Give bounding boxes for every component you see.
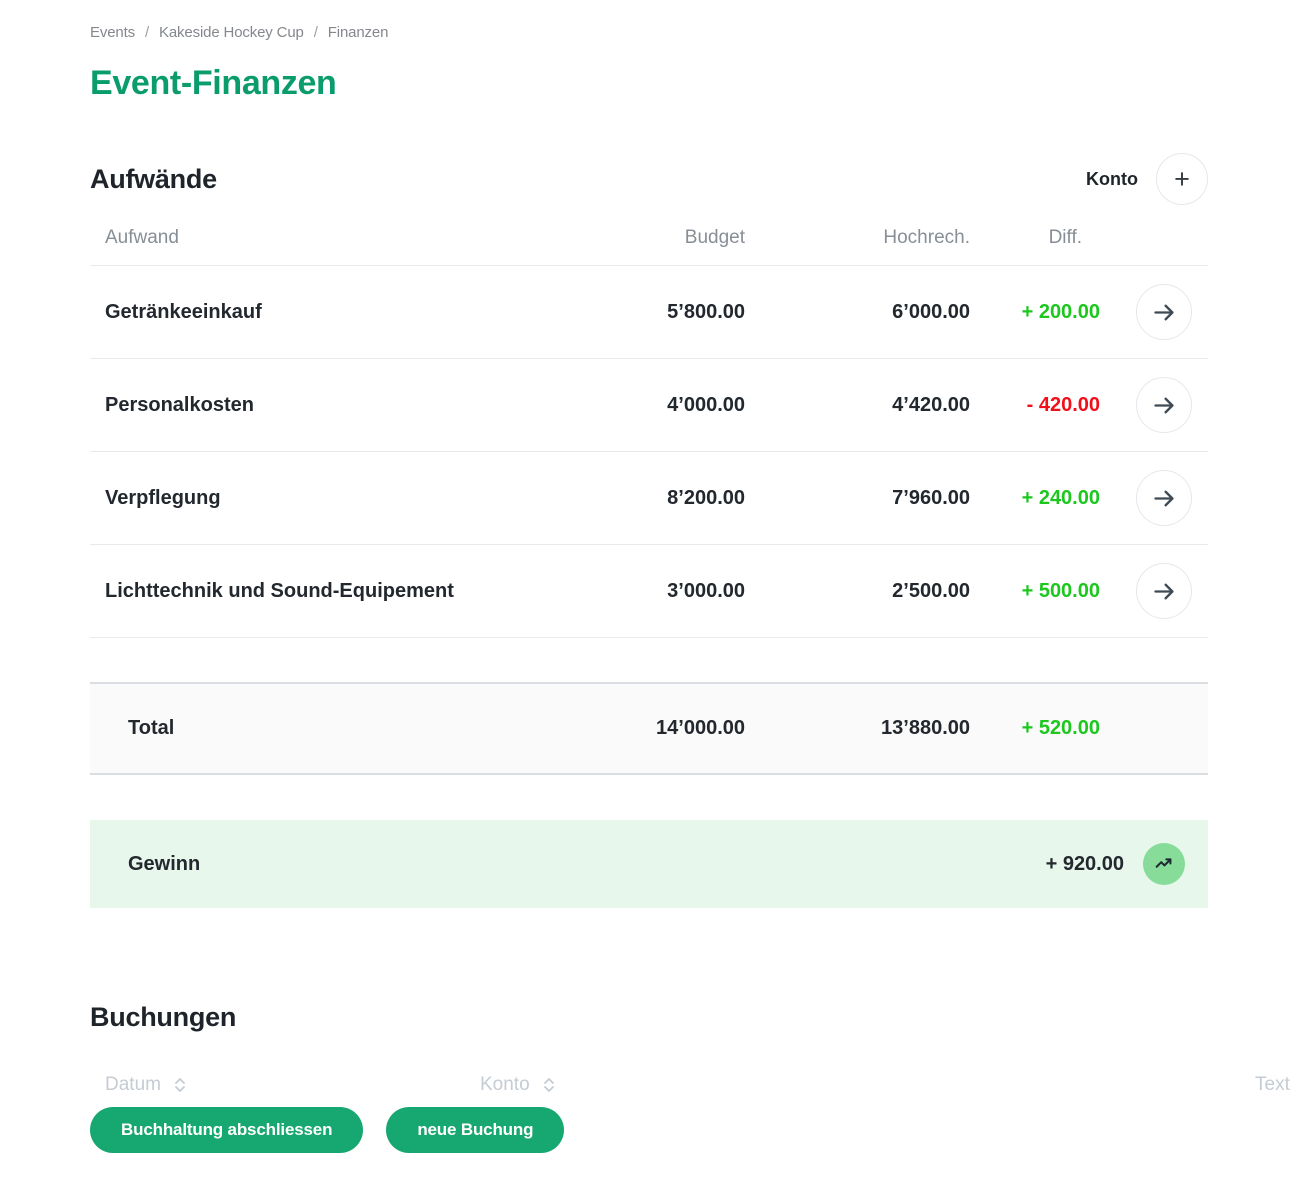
column-header-text: Text (1255, 1074, 1290, 1096)
buchungen-heading: Buchungen (90, 1002, 1208, 1033)
text-col-label: Text (1255, 1074, 1290, 1096)
gewinn-label: Gewinn (128, 853, 1046, 876)
gewinn-trend-button[interactable] (1143, 843, 1185, 885)
aufwand-hochrech: 4’420.00 (745, 394, 970, 417)
column-header-hochrech: Hochrech. (745, 227, 970, 249)
open-detail-button[interactable] (1136, 563, 1192, 619)
breadcrumb-item-finanzen[interactable]: Finanzen (328, 24, 389, 41)
column-header-aufwand: Aufwand (90, 227, 565, 249)
table-row: Verpflegung 8’200.00 7’960.00 + 240.00 (90, 452, 1208, 545)
aufwand-diff: + 240.00 (970, 487, 1100, 510)
breadcrumb-separator: / (314, 24, 318, 41)
arrow-right-icon (1151, 299, 1178, 326)
gewinn-row: Gewinn + 920.00 (90, 820, 1208, 908)
add-konto-button[interactable]: + (1156, 153, 1208, 205)
breadcrumb: Events / Kakeside Hockey Cup / Finanzen (90, 24, 1208, 41)
aufwand-budget: 8’200.00 (565, 487, 745, 510)
table-row: Personalkosten 4’000.00 4’420.00 - 420.0… (90, 359, 1208, 452)
aufwand-diff: + 500.00 (970, 580, 1100, 603)
table-row: Getränkeeinkauf 5’800.00 6’000.00 + 200.… (90, 266, 1208, 359)
sort-icon[interactable] (173, 1075, 187, 1095)
konto-add-group: Konto + (1086, 153, 1208, 205)
aufwand-hochrech: 6’000.00 (745, 301, 970, 324)
aufwand-budget: 3’000.00 (565, 580, 745, 603)
aufwand-budget: 4’000.00 (565, 394, 745, 417)
aufwaende-table-header: Aufwand Budget Hochrech. Diff. (90, 227, 1208, 266)
neue-buchung-button[interactable]: neue Buchung (386, 1107, 564, 1153)
page-title: Event-Finanzen (90, 64, 1208, 103)
total-label: Total (90, 717, 565, 740)
konto-label: Konto (1086, 169, 1138, 190)
aufwand-name: Lichttechnik und Sound-Equipement (90, 580, 565, 603)
trending-up-icon (1153, 853, 1175, 875)
column-header-budget: Budget (565, 227, 745, 249)
sort-icon[interactable] (542, 1075, 556, 1095)
page-content: Events / Kakeside Hockey Cup / Finanzen … (90, 0, 1208, 1153)
aufwand-diff: - 420.00 (970, 394, 1100, 417)
konto-col-label: Konto (480, 1074, 530, 1096)
aufwand-hochrech: 7’960.00 (745, 487, 970, 510)
total-row: Total 14’000.00 13’880.00 + 520.00 (90, 682, 1208, 775)
arrow-right-icon (1151, 485, 1178, 512)
open-detail-button[interactable] (1136, 377, 1192, 433)
buchungen-table-header: Datum Konto Text (90, 1074, 1208, 1100)
column-header-datum[interactable]: Datum (105, 1074, 187, 1096)
datum-label: Datum (105, 1074, 161, 1096)
aufwaende-table-body: Getränkeeinkauf 5’800.00 6’000.00 + 200.… (90, 266, 1208, 638)
column-header-diff: Diff. (970, 227, 1100, 249)
total-hochrech: 13’880.00 (745, 717, 970, 740)
open-detail-button[interactable] (1136, 470, 1192, 526)
aufwaende-heading: Aufwände (90, 164, 217, 195)
gewinn-value: + 920.00 (1046, 853, 1124, 876)
breadcrumb-item-events[interactable]: Events (90, 24, 135, 41)
total-diff: + 520.00 (970, 717, 1100, 740)
arrow-right-icon (1151, 578, 1178, 605)
aufwand-budget: 5’800.00 (565, 301, 745, 324)
table-row: Lichttechnik und Sound-Equipement 3’000.… (90, 545, 1208, 638)
total-budget: 14’000.00 (565, 717, 745, 740)
open-detail-button[interactable] (1136, 284, 1192, 340)
breadcrumb-separator: / (145, 24, 149, 41)
column-header-konto[interactable]: Konto (480, 1074, 556, 1096)
arrow-right-icon (1151, 392, 1178, 419)
aufwand-name: Verpflegung (90, 487, 565, 510)
buchhaltung-abschliessen-button[interactable]: Buchhaltung abschliessen (90, 1107, 363, 1153)
aufwand-diff: + 200.00 (970, 301, 1100, 324)
aufwaende-section-header: Aufwände Konto + (90, 153, 1208, 205)
aufwand-name: Personalkosten (90, 394, 565, 417)
aufwand-hochrech: 2’500.00 (745, 580, 970, 603)
aufwand-name: Getränkeeinkauf (90, 301, 565, 324)
breadcrumb-item-event[interactable]: Kakeside Hockey Cup (159, 24, 304, 41)
action-button-bar: Buchhaltung abschliessen neue Buchung (90, 1107, 1208, 1153)
plus-icon: + (1174, 166, 1190, 193)
